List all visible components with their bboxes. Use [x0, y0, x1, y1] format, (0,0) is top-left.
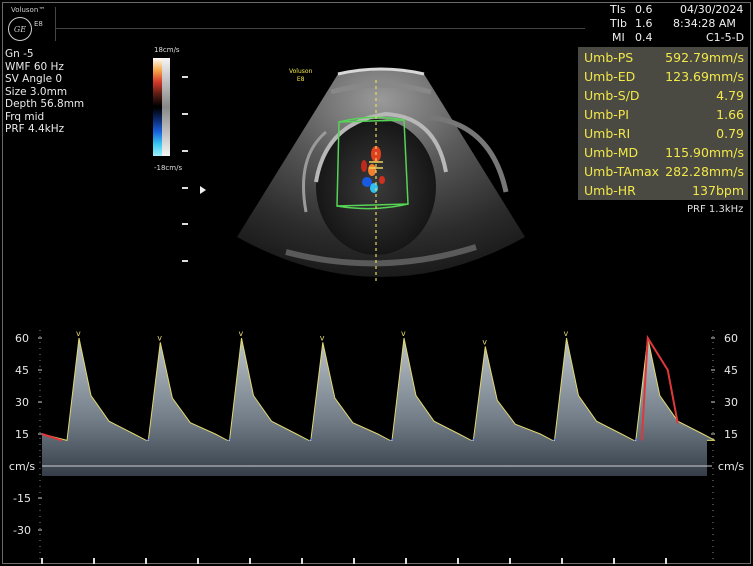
param-depth: Depth 56.8mm	[5, 98, 85, 110]
depth-tick	[182, 76, 188, 78]
peak-marker: v	[564, 329, 569, 338]
image-brand-label: Voluson E8	[289, 68, 312, 84]
y-tick-label-right: 45	[724, 364, 738, 377]
measurement-value: 0.79	[716, 126, 744, 141]
measurement-panel: Umb-PS 592.79mm/s Umb-ED 123.69mm/s Umb-S/D 4…	[578, 47, 748, 200]
grayscale-bar	[162, 58, 170, 156]
image-brand: Voluson	[289, 68, 313, 75]
ed-marker: ^	[633, 437, 640, 446]
y-tick-label: 15	[15, 428, 29, 441]
peak-marker: v	[157, 333, 162, 342]
measurement-label: Umb-HR	[584, 183, 636, 198]
measurement-value: 282.28mm/s	[665, 164, 744, 179]
measurement-value: 4.79	[716, 88, 744, 103]
y-tick-label: 60	[15, 332, 29, 345]
brand-name: Voluson™	[11, 6, 46, 14]
depth-scale-minor	[182, 80, 188, 280]
peak-marker: v	[482, 338, 487, 347]
param-size: Size 3.0mm	[5, 85, 68, 98]
y-tick-label: 30	[15, 396, 29, 409]
ed-marker: ^	[308, 437, 315, 446]
ed-marker: ^	[389, 437, 396, 446]
header-divider-horizontal	[55, 28, 585, 29]
imaging-parameters: Gn -5 WMF 60 Hz SV Angle 0 Size 3.0mm De…	[5, 48, 84, 136]
measurement-value: 1.66	[716, 107, 744, 122]
colorbar-bottom-label: -18cm/s	[154, 164, 183, 172]
peak-marker: v	[239, 329, 244, 338]
ed-marker: ^	[227, 437, 234, 446]
ed-marker: ^	[470, 437, 477, 446]
param-wmf: WMF 60 Hz	[5, 60, 64, 73]
param-sv-angle: SV Angle 0	[5, 73, 63, 85]
envelope-trace	[41, 337, 716, 442]
param-prf: PRF 4.4kHz	[5, 123, 65, 135]
y-tick-label: 45	[15, 364, 29, 377]
param-gain: Gn -5	[5, 48, 34, 60]
mi-label: MI	[612, 31, 625, 44]
doppler-prf: PRF 1.3kHz	[687, 204, 744, 215]
tis-value: 0.6	[635, 3, 653, 16]
probe-name: C1-5-D	[706, 31, 745, 44]
measurement-label: Umb-ED	[584, 69, 636, 84]
measurement-value: 123.69mm/s	[665, 69, 744, 84]
header-divider	[55, 7, 56, 41]
measurement-label: Umb-MD	[584, 145, 639, 160]
measurement-label: Umb-TAmax	[584, 164, 660, 179]
measurement-value: 592.79mm/s	[665, 50, 744, 65]
ed-marker: ^	[552, 437, 559, 446]
unit-label-left: cm/s	[9, 460, 35, 473]
peak-marker: v	[401, 329, 406, 338]
y-tick-label: -30	[13, 524, 31, 537]
ed-marker: ^	[145, 437, 152, 446]
peak-marker: v	[320, 333, 325, 342]
brand-model: E8	[34, 20, 43, 28]
exam-date: 04/30/2024	[680, 3, 744, 16]
header-bar: Voluson™ GE E8 TIs 0.6 TIb 1.6 MI 0.4 04…	[3, 3, 750, 44]
ge-logo-icon: GE	[8, 17, 32, 41]
measurement-value: 137bpm	[692, 183, 744, 198]
focus-marker-icon	[200, 186, 206, 194]
y-tick-label: -15	[13, 492, 31, 505]
measurement-value: 115.90mm/s	[665, 145, 744, 160]
colorbar-top-label: 18cm/s	[154, 46, 180, 54]
tib-label: TIb	[610, 17, 627, 30]
tis-label: TIs	[610, 3, 626, 16]
measurement-label: Umb-PI	[584, 107, 629, 122]
unit-label-right: cm/s	[718, 460, 744, 473]
measurement-label: Umb-PS	[584, 50, 634, 65]
param-frequency: Frq mid	[5, 110, 45, 123]
mi-value: 0.4	[635, 31, 653, 44]
image-model: E8	[296, 76, 305, 83]
measurement-label: Umb-S/D	[584, 88, 640, 103]
y-tick-label-right: 30	[724, 396, 738, 409]
tib-value: 1.6	[635, 17, 653, 30]
bmode-sector-image	[237, 67, 525, 284]
y-tick-label-right: 60	[724, 332, 738, 345]
exam-time: 8:34:28 AM	[673, 17, 736, 30]
spectral-waveform	[42, 338, 715, 476]
measurement-label: Umb-RI	[584, 126, 631, 141]
peak-marker: v	[76, 329, 81, 338]
doppler-spectrum: v ^ v ^ v ^ v ^ v ^ v ^ v ^ 60 45 30 15 -15 -30 60 45 30 15 cm/s…	[9, 329, 744, 564]
y-tick-label-right: 15	[724, 428, 738, 441]
